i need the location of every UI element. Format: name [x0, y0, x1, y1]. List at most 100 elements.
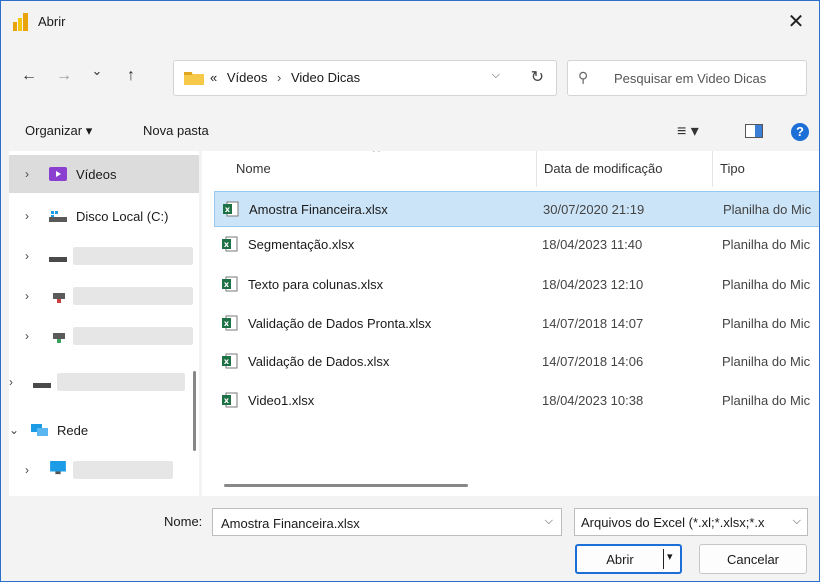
chevron-down-icon[interactable]: ⌵ [793, 515, 801, 528]
help-icon[interactable]: ? [791, 123, 809, 141]
open-file-dialog: Abrir ✕ ← → ⌄ ↑ « Vídeos › Video Dicas ⌵… [0, 0, 820, 582]
file-row[interactable]: x Amostra Financeira.xlsx 30/07/2020 21:… [214, 191, 819, 227]
sidebar-item-network-drive[interactable]: › [9, 277, 199, 315]
file-name-combobox[interactable]: ⌵ [212, 508, 562, 536]
redacted-label [73, 287, 193, 305]
svg-text:x: x [224, 240, 230, 249]
breadcrumb-overflow[interactable]: « [210, 70, 217, 85]
sidebar-item-label: Disco Local (C:) [76, 209, 169, 224]
sidebar-scrollbar[interactable] [193, 371, 196, 451]
column-divider[interactable] [712, 151, 713, 187]
drive-icon [49, 211, 67, 222]
file-row[interactable]: x Segmentação.xlsx 18/04/2023 11:40 Plan… [214, 227, 819, 263]
back-arrow-icon[interactable]: ← [19, 67, 39, 85]
computer-icon [50, 461, 66, 475]
address-dropdown-icon[interactable]: ⌵ [492, 69, 500, 82]
search-input[interactable] [612, 67, 801, 89]
redacted-label [73, 461, 173, 479]
dialog-title: Abrir [38, 14, 66, 29]
title-bar: Abrir ✕ [1, 1, 819, 45]
file-row[interactable]: x Validação de Dados Pronta.xlsx 14/07/2… [214, 306, 819, 342]
file-type: Planilha do Mic [722, 393, 811, 408]
breadcrumb: « Vídeos › Video Dicas [210, 70, 360, 85]
expand-chevron-icon[interactable]: › [9, 375, 13, 389]
file-name: Segmentação.xlsx [248, 237, 355, 252]
close-button[interactable]: ✕ [773, 1, 819, 41]
file-date: 14/07/2018 14:06 [542, 354, 644, 369]
recent-locations-chevron-icon[interactable]: ⌄ [87, 63, 107, 79]
file-type-filter-select[interactable]: Arquivos do Excel (*.xl;*.xlsx;*.x ⌵ [574, 508, 808, 536]
file-row[interactable]: x Texto para colunas.xlsx 18/04/2023 12:… [214, 267, 819, 303]
up-arrow-icon[interactable]: ↑ [121, 67, 141, 85]
file-date: 30/07/2020 21:19 [543, 202, 645, 217]
open-options-arrow-icon[interactable]: ▾ [667, 550, 673, 563]
powerbi-app-icon [13, 13, 28, 31]
sidebar-item-label: Rede [57, 423, 89, 438]
svg-text:x: x [224, 357, 230, 366]
file-list: Nome ^ Data de modificação Tipo x Amostr… [202, 151, 819, 496]
address-bar[interactable]: « Vídeos › Video Dicas ⌵ ↻ [173, 60, 557, 96]
breadcrumb-item-video-dicas[interactable]: Video Dicas [291, 70, 360, 85]
collapse-chevron-icon[interactable]: ⌄ [9, 423, 19, 437]
redacted-label [73, 327, 193, 345]
file-row[interactable]: x Validação de Dados.xlsx 14/07/2018 14:… [214, 344, 819, 380]
file-name-input[interactable] [219, 513, 533, 533]
expand-chevron-icon[interactable]: › [25, 249, 29, 263]
excel-file-icon: x [222, 392, 238, 408]
file-type: Planilha do Mic [722, 277, 811, 292]
navigation-bar: ← → ⌄ ↑ « Vídeos › Video Dicas ⌵ ↻ ⚲ [1, 59, 819, 99]
breadcrumb-item-videos[interactable]: Vídeos [221, 70, 267, 85]
sidebar-item-drive[interactable]: › [9, 237, 199, 275]
view-menu-icon[interactable]: ≡ ▾ [677, 121, 699, 141]
organize-menu-button[interactable]: Organizar ▾ [25, 123, 92, 139]
expand-chevron-icon[interactable]: › [25, 209, 29, 223]
search-box[interactable]: ⚲ [567, 60, 807, 96]
file-name: Validação de Dados.xlsx [248, 354, 390, 369]
dialog-footer: Nome: ⌵ Arquivos do Excel (*.xl;*.xlsx;*… [1, 496, 819, 581]
network-drive-icon [53, 333, 65, 343]
sidebar-item-computer[interactable]: › [9, 451, 199, 489]
redacted-label [57, 373, 185, 391]
network-drive-icon [53, 293, 65, 303]
open-button[interactable]: Abrir ▾ [575, 544, 682, 574]
sidebar-item-network[interactable]: ⌄ Rede [9, 413, 199, 451]
file-name: Video1.xlsx [248, 393, 315, 408]
excel-file-icon: x [222, 236, 238, 252]
file-type: Planilha do Mic [722, 354, 811, 369]
file-date: 14/07/2018 14:07 [542, 316, 644, 331]
file-name: Texto para colunas.xlsx [248, 277, 384, 292]
sidebar-item-drive[interactable]: › [9, 363, 199, 401]
sidebar-item-local-disk[interactable]: › Disco Local (C:) [9, 197, 199, 235]
file-date: 18/04/2023 10:38 [542, 393, 644, 408]
cancel-button-label: Cancelar [726, 552, 780, 567]
split-divider [663, 549, 664, 569]
file-list-scrollbar[interactable] [224, 484, 468, 487]
command-bar: Organizar ▾ Nova pasta ≡ ▾ ? [1, 115, 819, 149]
forward-arrow-icon[interactable]: → [54, 67, 74, 85]
svg-text:x: x [225, 205, 231, 214]
new-folder-button[interactable]: Nova pasta [143, 123, 209, 138]
excel-file-icon: x [222, 276, 238, 292]
search-icon: ⚲ [578, 69, 589, 85]
navigation-pane: › Vídeos › Disco Local (C:) › › › › ⌄ Re… [9, 151, 199, 496]
excel-file-icon: x [223, 201, 239, 217]
preview-pane-icon[interactable] [745, 124, 763, 138]
excel-file-icon: x [222, 315, 238, 331]
refresh-icon[interactable]: ↻ [531, 67, 544, 87]
sidebar-item-network-drive[interactable]: › [9, 317, 199, 355]
cancel-button[interactable]: Cancelar [699, 544, 807, 574]
file-row[interactable]: x Video1.xlsx 18/04/2023 10:38 Planilha … [214, 383, 819, 419]
network-icon [31, 424, 48, 436]
folder-icon [184, 72, 204, 85]
expand-chevron-icon[interactable]: › [25, 463, 29, 477]
videos-icon [49, 167, 67, 181]
column-divider[interactable] [536, 151, 537, 187]
redacted-label [73, 247, 193, 265]
sidebar-item-videos[interactable]: › Vídeos [9, 155, 199, 193]
expand-chevron-icon[interactable]: › [25, 329, 29, 343]
chevron-down-icon[interactable]: ⌵ [545, 515, 553, 528]
drive-icon [49, 257, 67, 262]
expand-chevron-icon[interactable]: › [25, 167, 29, 181]
breadcrumb-separator-icon[interactable]: › [271, 70, 287, 85]
expand-chevron-icon[interactable]: › [25, 289, 29, 303]
